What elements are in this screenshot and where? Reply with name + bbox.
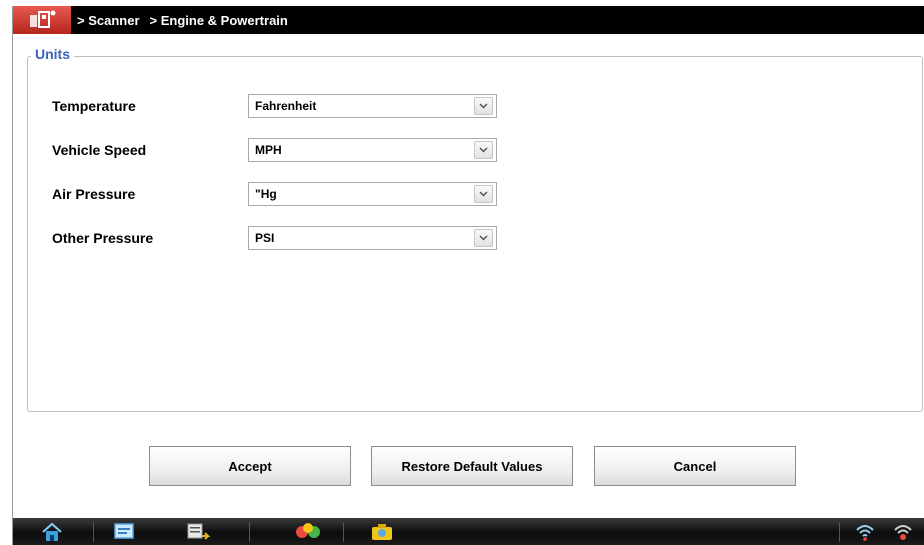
vehicle-speed-value: MPH	[255, 143, 282, 157]
chevron-down-icon[interactable]	[474, 97, 493, 115]
taskbar-separator	[343, 522, 344, 542]
taskbar-separator	[839, 522, 840, 542]
camera-icon[interactable]	[357, 518, 407, 545]
taskbar-separator	[249, 522, 250, 542]
breadcrumb-scanner[interactable]: > Scanner	[77, 13, 140, 28]
restore-defaults-button[interactable]: Restore Default Values	[371, 446, 573, 486]
home-icon[interactable]	[27, 518, 77, 545]
air-pressure-row: Air Pressure "Hg	[52, 182, 497, 206]
chevron-down-icon[interactable]	[474, 185, 493, 203]
air-pressure-select[interactable]: "Hg	[248, 182, 497, 206]
title-bar: > Scanner > Engine & Powertrain	[13, 6, 924, 34]
other-pressure-label: Other Pressure	[52, 230, 154, 246]
scanner-window: > Scanner > Engine & Powertrain Units Te…	[12, 6, 924, 545]
data-icon[interactable]	[173, 518, 223, 545]
scanner-app-glyph	[30, 10, 56, 28]
wifi-icon[interactable]	[847, 518, 883, 545]
chevron-down-icon[interactable]	[474, 229, 493, 247]
accept-button[interactable]: Accept	[149, 446, 351, 486]
wifi-connect-icon[interactable]	[885, 518, 921, 545]
air-pressure-value: "Hg	[255, 187, 277, 201]
screen-icon[interactable]	[99, 518, 149, 545]
air-pressure-label: Air Pressure	[52, 186, 136, 202]
other-pressure-row: Other Pressure PSI	[52, 226, 497, 250]
vehicle-speed-label: Vehicle Speed	[52, 142, 147, 158]
tools-icon[interactable]	[281, 518, 335, 545]
taskbar-separator	[93, 522, 94, 542]
other-pressure-value: PSI	[255, 231, 275, 245]
temperature-row: Temperature Fahrenheit	[52, 94, 497, 118]
taskbar	[13, 518, 924, 545]
temperature-select[interactable]: Fahrenheit	[248, 94, 497, 118]
scanner-app-icon[interactable]	[13, 6, 71, 34]
vehicle-speed-row: Vehicle Speed MPH	[52, 138, 497, 162]
units-legend: Units	[31, 46, 74, 62]
temperature-label: Temperature	[52, 98, 136, 114]
breadcrumb: > Scanner > Engine & Powertrain	[77, 13, 288, 28]
temperature-value: Fahrenheit	[255, 99, 317, 113]
chevron-down-icon[interactable]	[474, 141, 493, 159]
other-pressure-select[interactable]: PSI	[248, 226, 497, 250]
breadcrumb-engine-powertrain[interactable]: > Engine & Powertrain	[150, 13, 288, 28]
cancel-button[interactable]: Cancel	[594, 446, 796, 486]
vehicle-speed-select[interactable]: MPH	[248, 138, 497, 162]
